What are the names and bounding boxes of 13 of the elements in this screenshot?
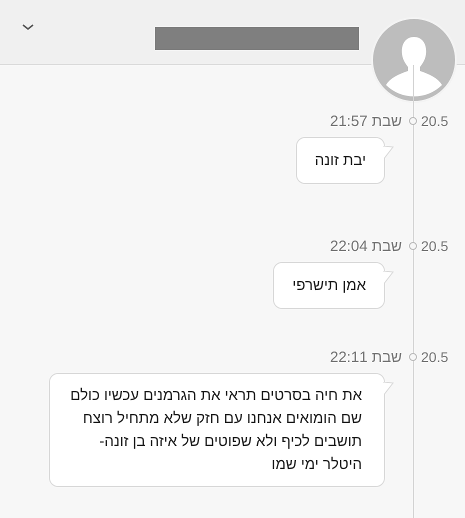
message-date: 20.5 xyxy=(421,238,450,254)
timeline-dot-icon xyxy=(409,353,417,361)
timeline-dot-icon xyxy=(409,117,417,125)
speech-tail-icon xyxy=(383,146,394,162)
timeline-dot-icon xyxy=(409,242,417,250)
message-time: שבת 21:57 xyxy=(330,112,402,130)
speech-tail-icon xyxy=(383,271,394,287)
chevron-down-icon[interactable] xyxy=(20,22,36,32)
speech-tail-icon xyxy=(383,382,394,398)
message-date: 20.5 xyxy=(421,349,450,365)
message-time: שבת 22:11 xyxy=(330,348,402,366)
message-time: שבת 22:04 xyxy=(330,238,402,254)
message-date: 20.5 xyxy=(421,113,450,129)
